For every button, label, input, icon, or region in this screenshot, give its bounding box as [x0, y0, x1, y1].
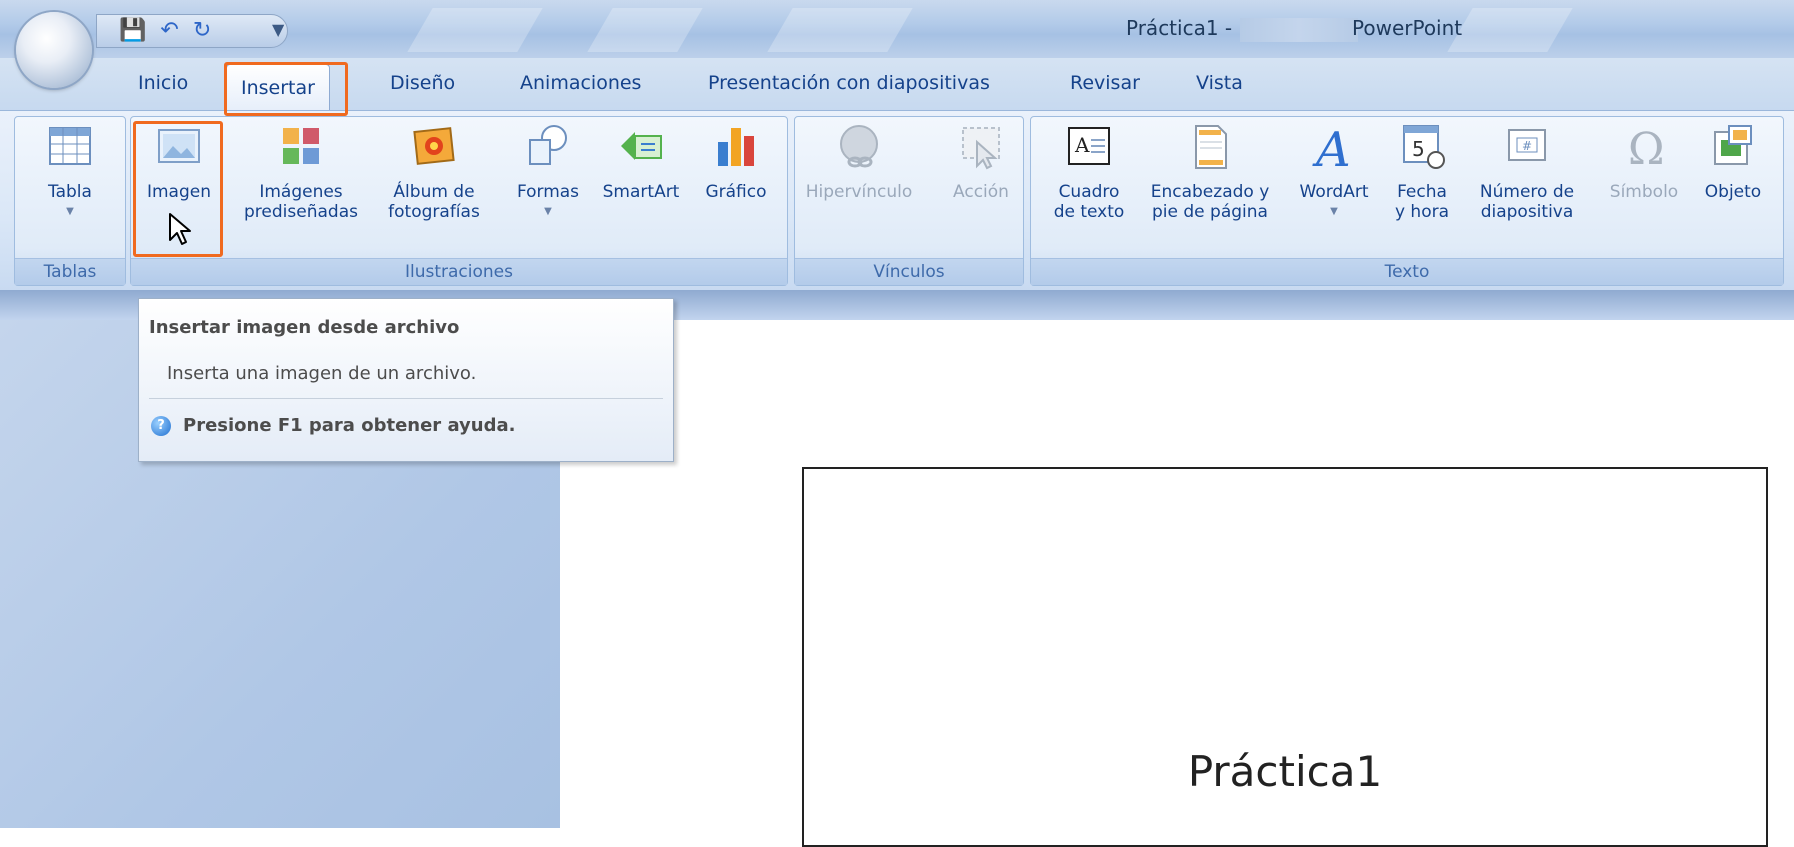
- tabla-label: Tabla: [48, 182, 92, 202]
- formas-button[interactable]: Formas ▼: [508, 122, 588, 222]
- album-fotografias-button[interactable]: Álbum de fotografías: [372, 122, 496, 222]
- slide-title[interactable]: Práctica1: [804, 747, 1766, 796]
- office-button[interactable]: [16, 12, 92, 88]
- svg-text:5: 5: [1412, 137, 1425, 161]
- window-title: Práctica1 -: [1126, 16, 1366, 42]
- group-label-vinculos: Vínculos: [795, 258, 1023, 285]
- imagenes-predisenadas-button[interactable]: Imágenes prediseñadas: [236, 122, 366, 222]
- shapes-icon: [529, 125, 567, 165]
- symbol-icon: Ω: [1628, 124, 1664, 170]
- objeto-label: Objeto: [1704, 182, 1762, 202]
- dropdown-arrow-icon: ▼: [66, 206, 74, 217]
- encabezado-pie-button[interactable]: Encabezado y pie de página: [1136, 122, 1284, 222]
- tab-inicio[interactable]: Inicio: [138, 72, 188, 94]
- photo-album-icon: [413, 127, 455, 165]
- simbolo-label: Símbolo: [1609, 182, 1679, 202]
- numero-diapositiva-button[interactable]: # Número de diapositiva: [1470, 122, 1584, 222]
- smartart-icon: [621, 132, 662, 160]
- save-icon[interactable]: 💾: [119, 20, 146, 42]
- grafico-button[interactable]: Gráfico: [694, 122, 778, 202]
- tooltip-help-text: Presione F1 para obtener ayuda.: [183, 415, 516, 436]
- cuadro-texto-button[interactable]: A Cuadro de texto: [1046, 122, 1132, 222]
- cuadro-texto-label: Cuadro de texto: [1053, 182, 1125, 222]
- imagenes-predisenadas-label: Imágenes prediseñadas: [244, 182, 358, 222]
- group-label-ilustraciones: Ilustraciones: [131, 258, 787, 285]
- header-footer-icon: [1195, 125, 1227, 169]
- window-title-app: PowerPoint: [1352, 16, 1463, 40]
- formas-label: Formas: [516, 182, 580, 202]
- tab-revisar[interactable]: Revisar: [1070, 72, 1140, 94]
- svg-text:#: #: [1522, 139, 1532, 153]
- table-icon: [49, 127, 91, 165]
- insertar-tab-highlight: [224, 62, 348, 116]
- wordart-icon: A: [1312, 122, 1351, 170]
- accion-button[interactable]: Acción: [944, 122, 1018, 202]
- date-time-icon: 5: [1403, 125, 1445, 169]
- tooltip-help: ? Presione F1 para obtener ayuda.: [151, 415, 515, 436]
- tab-diseno[interactable]: Diseño: [390, 72, 455, 94]
- customize-quick-access-icon[interactable]: ▼: [272, 20, 284, 39]
- window-title-document: Práctica1 -: [1126, 16, 1233, 40]
- svg-text:A: A: [1312, 122, 1351, 170]
- tab-presentacion[interactable]: Presentación con diapositivas: [708, 72, 990, 94]
- action-icon: [962, 127, 1000, 170]
- hyperlink-icon: [840, 125, 878, 168]
- tooltip-separator: [149, 398, 663, 399]
- slide-number-icon: #: [1508, 129, 1546, 161]
- quick-access-toolbar: 💾 ↶ ↻: [96, 14, 288, 48]
- tooltip-title: Insertar imagen desde archivo: [149, 317, 460, 338]
- group-label-texto: Texto: [1031, 258, 1783, 285]
- help-icon: ?: [151, 415, 171, 436]
- wordart-label: WordArt: [1299, 182, 1369, 202]
- encabezado-pie-label: Encabezado y pie de página: [1150, 182, 1270, 222]
- dropdown-arrow-icon: ▼: [544, 206, 552, 217]
- chart-icon: [718, 128, 754, 166]
- objeto-button[interactable]: Objeto: [1696, 122, 1770, 202]
- redo-icon[interactable]: ↻: [193, 20, 211, 42]
- group-label-tablas: Tablas: [15, 258, 125, 285]
- wordart-button[interactable]: A WordArt ▼: [1286, 122, 1382, 222]
- album-fotografias-label: Álbum de fotografías: [388, 182, 480, 222]
- accion-label: Acción: [953, 182, 1009, 202]
- svg-text:A: A: [1074, 133, 1090, 157]
- fecha-hora-label: Fecha y hora: [1394, 182, 1450, 222]
- svg-text:Ω: Ω: [1628, 124, 1664, 170]
- tabla-button[interactable]: Tabla ▼: [30, 122, 110, 222]
- clipart-icon: [283, 128, 319, 164]
- object-icon: [1714, 125, 1752, 165]
- mouse-cursor-icon: [169, 213, 191, 245]
- dropdown-arrow-icon: ▼: [1330, 206, 1338, 217]
- tooltip-description: Inserta una imagen de un archivo.: [167, 363, 477, 384]
- slide-preview[interactable]: Práctica1: [802, 467, 1768, 847]
- simbolo-button[interactable]: Ω Símbolo: [1604, 122, 1684, 202]
- hipervinculo-label: Hipervínculo: [805, 182, 913, 202]
- text-box-icon: A: [1068, 127, 1110, 165]
- fecha-hora-button[interactable]: 5 Fecha y hora: [1386, 122, 1458, 222]
- grafico-label: Gráfico: [705, 182, 767, 202]
- hipervinculo-button[interactable]: Hipervínculo: [800, 122, 918, 202]
- numero-diapositiva-label: Número de diapositiva: [1479, 182, 1575, 222]
- smartart-button[interactable]: SmartArt: [590, 122, 692, 202]
- smartart-label: SmartArt: [602, 182, 680, 202]
- tab-vista[interactable]: Vista: [1196, 72, 1243, 94]
- tab-animaciones[interactable]: Animaciones: [520, 72, 641, 94]
- tooltip: Insertar imagen desde archivo Inserta un…: [138, 298, 674, 462]
- undo-icon[interactable]: ↶: [160, 20, 178, 42]
